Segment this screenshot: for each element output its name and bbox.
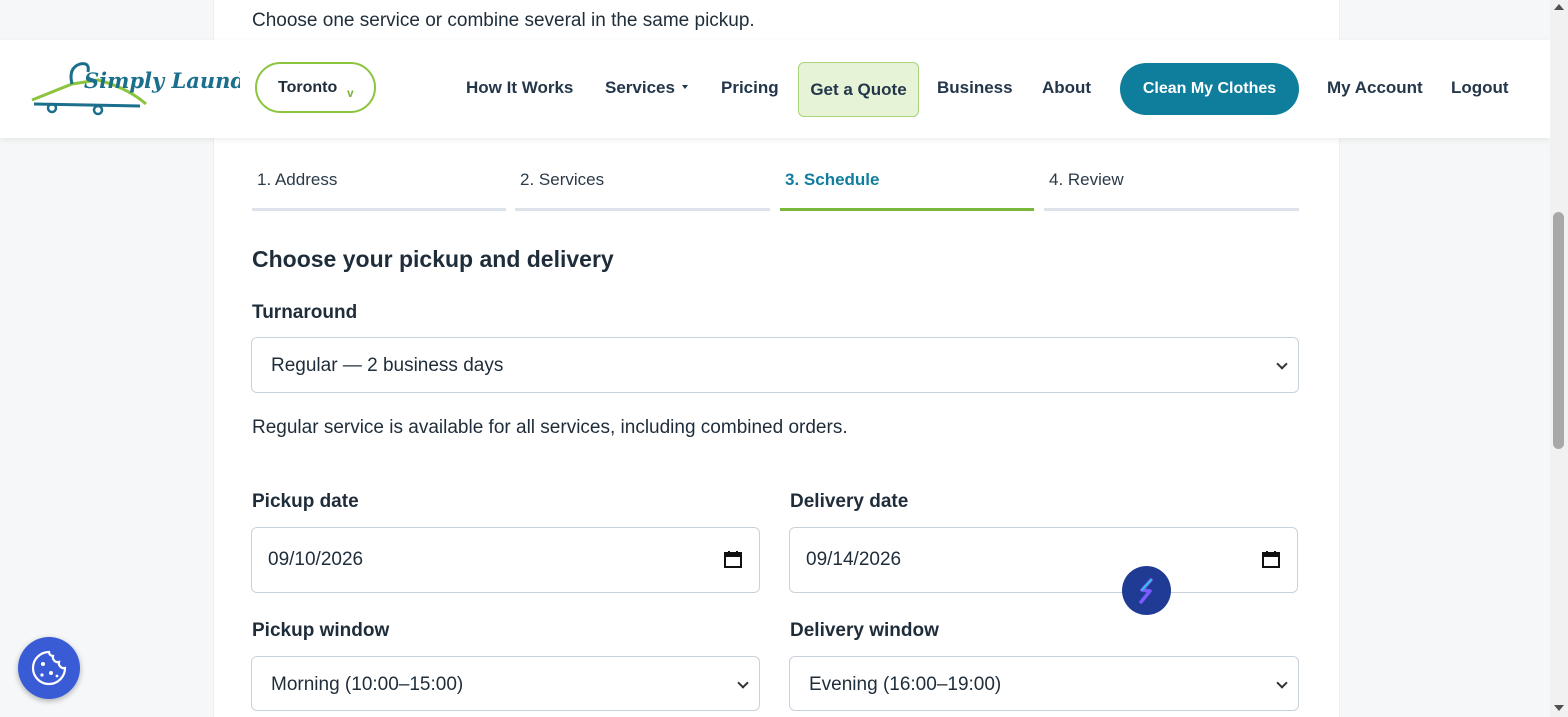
pickup-date-label: Pickup date: [252, 491, 359, 512]
nav-services[interactable]: Services: [605, 78, 675, 98]
step-review[interactable]: 4. Review: [1049, 170, 1124, 190]
chevron-down-icon: v: [347, 86, 354, 100]
scroll-down-arrow-icon[interactable]: [1554, 705, 1564, 711]
nav-about[interactable]: About: [1042, 78, 1091, 98]
step-address[interactable]: 1. Address: [257, 170, 337, 190]
delivery-window-value: Evening (16:00–19:00): [809, 674, 1002, 695]
get-a-quote-button[interactable]: Get a Quote: [798, 62, 919, 117]
nav-how-it-works[interactable]: How It Works: [466, 78, 573, 98]
page-scrollbar[interactable]: [1550, 0, 1568, 717]
step-progress-bar: [1044, 208, 1299, 211]
calendar-icon[interactable]: [1262, 551, 1280, 568]
delivery-date-value: 09/14/2026: [806, 549, 902, 570]
pickup-date-value: 09/10/2026: [268, 549, 364, 570]
city-selector[interactable]: Toronto v: [255, 62, 376, 113]
nav-my-account[interactable]: My Account: [1327, 78, 1423, 98]
pickup-window-select[interactable]: Morning (10:00–15:00): [251, 656, 760, 711]
turnaround-value: Regular — 2 business days: [271, 355, 504, 376]
chevron-down-icon: [1276, 677, 1288, 689]
delivery-window-select[interactable]: Evening (16:00–19:00): [789, 656, 1299, 711]
step-progress-bar-active: [780, 208, 1034, 211]
turnaround-help-text: Regular service is available for all ser…: [252, 417, 848, 438]
delivery-date-label: Delivery date: [790, 491, 909, 512]
chat-assistant-button[interactable]: [1122, 566, 1171, 615]
pickup-window-label: Pickup window: [252, 620, 390, 641]
pickup-window-value: Morning (10:00–15:00): [271, 674, 464, 695]
step-services[interactable]: 2. Services: [520, 170, 604, 190]
pickup-date-input[interactable]: 09/10/2026: [251, 527, 760, 593]
site-header: Simply Laundry Toronto v How It Works Se…: [0, 40, 1550, 138]
step-schedule[interactable]: 3. Schedule: [785, 170, 879, 190]
logo-text: Simply Laundry: [84, 68, 240, 93]
nav-business[interactable]: Business: [937, 78, 1013, 98]
scrollbar-thumb[interactable]: [1553, 212, 1564, 449]
caret-down-icon: [682, 85, 688, 89]
nav-pricing[interactable]: Pricing: [721, 78, 779, 98]
nav-logout[interactable]: Logout: [1451, 78, 1509, 98]
cookie-settings-button[interactable]: [18, 637, 80, 699]
section-title: Choose your pickup and delivery: [252, 246, 614, 272]
chevron-down-icon: [737, 677, 749, 689]
scroll-up-arrow-icon[interactable]: [1554, 4, 1564, 10]
turnaround-select[interactable]: Regular — 2 business days: [251, 337, 1299, 393]
simply-laundry-logo[interactable]: Simply Laundry: [28, 60, 240, 116]
step-progress-bar: [515, 208, 770, 211]
chevron-down-icon: [1276, 358, 1288, 370]
turnaround-label: Turnaround: [252, 302, 358, 323]
cookie-icon: [31, 650, 67, 686]
step-progress-bar: [252, 208, 506, 211]
delivery-date-input[interactable]: 09/14/2026: [789, 527, 1298, 593]
city-label: Toronto: [278, 79, 338, 96]
calendar-icon[interactable]: [724, 551, 742, 568]
chat-assistant-icon: [1139, 578, 1153, 604]
clean-my-clothes-button[interactable]: Clean My Clothes: [1120, 63, 1299, 115]
intro-text: Choose one service or combine several in…: [252, 10, 755, 31]
delivery-window-label: Delivery window: [790, 620, 939, 641]
